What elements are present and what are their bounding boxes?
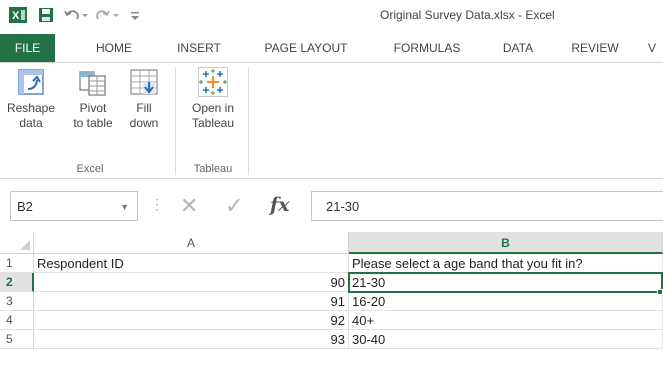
row-header[interactable]: 4 bbox=[0, 311, 34, 330]
cell-a2[interactable]: 90 bbox=[34, 273, 349, 292]
select-all-button[interactable] bbox=[0, 232, 34, 254]
reshape-data-button[interactable]: Reshape data bbox=[4, 67, 58, 131]
open-in-tableau-label-1: Open in bbox=[191, 101, 235, 115]
open-in-tableau-label-2: Tableau bbox=[191, 116, 235, 130]
column-header-a[interactable]: A bbox=[34, 232, 349, 254]
ribbon-group-separator bbox=[175, 67, 176, 175]
cell-b2[interactable]: 21-30 bbox=[349, 273, 663, 292]
fill-down-label-1: Fill bbox=[136, 101, 152, 115]
cell-b3[interactable]: 16-20 bbox=[349, 292, 663, 311]
customize-quick-access-icon[interactable] bbox=[128, 6, 142, 24]
ribbon-group-separator-2 bbox=[248, 67, 249, 175]
tab-home[interactable]: HOME bbox=[84, 34, 144, 62]
cell-a1[interactable]: Respondent ID bbox=[34, 254, 349, 273]
tab-formulas[interactable]: FORMULAS bbox=[382, 34, 472, 62]
tab-page-layout[interactable]: PAGE LAYOUT bbox=[251, 34, 361, 62]
tab-view[interactable]: V bbox=[648, 34, 663, 62]
row-header[interactable]: 5 bbox=[0, 330, 34, 349]
insert-function-icon[interactable]: fx bbox=[270, 194, 290, 216]
save-icon[interactable] bbox=[36, 6, 56, 24]
reshape-data-icon bbox=[16, 67, 46, 97]
excel-logo-icon: X bbox=[8, 6, 28, 24]
pivot-table-icon bbox=[78, 67, 108, 97]
row-header-selected[interactable]: 2 bbox=[0, 273, 34, 292]
ribbon: Reshape data Pivot to table Fill down Ex… bbox=[0, 62, 663, 179]
pivot-table-label-2: to table bbox=[73, 116, 113, 130]
svg-text:X: X bbox=[12, 10, 20, 22]
pivot-table-label-1: Pivot bbox=[79, 101, 107, 115]
fill-down-icon bbox=[129, 67, 159, 97]
excel-group-label: Excel bbox=[76, 163, 104, 175]
cancel-icon[interactable]: ✕ bbox=[180, 193, 198, 219]
column-header-b[interactable]: B bbox=[349, 232, 663, 254]
tableau-group-label: Tableau bbox=[193, 163, 233, 175]
row-header[interactable]: 1 bbox=[0, 254, 34, 273]
cell-b5[interactable]: 30-40 bbox=[349, 330, 663, 349]
formula-input[interactable]: 21-30 bbox=[311, 191, 663, 221]
formula-bar: B2 ▼ ⋮ ✕ ✓ fx 21-30 bbox=[0, 191, 663, 221]
title-bar: X Original Survey Data.xlsx - Excel bbox=[0, 0, 663, 30]
cell-b4[interactable]: 40+ bbox=[349, 311, 663, 330]
ribbon-tabs: FILE HOME INSERT PAGE LAYOUT FORMULAS DA… bbox=[0, 34, 663, 62]
fill-handle[interactable] bbox=[657, 289, 663, 295]
cell-a4[interactable]: 92 bbox=[34, 311, 349, 330]
window-title: Original Survey Data.xlsx - Excel bbox=[380, 8, 555, 22]
open-in-tableau-button[interactable]: Open in Tableau bbox=[184, 67, 242, 131]
redo-icon[interactable] bbox=[94, 6, 122, 24]
name-box-value: B2 bbox=[17, 199, 33, 214]
tab-data[interactable]: DATA bbox=[490, 34, 546, 62]
reshape-data-label-1: Reshape bbox=[6, 101, 56, 115]
reshape-data-label-2: data bbox=[19, 116, 43, 130]
pivot-table-button[interactable]: Pivot to table bbox=[68, 67, 118, 131]
formula-input-value: 21-30 bbox=[326, 199, 360, 214]
cell-a5[interactable]: 93 bbox=[34, 330, 349, 349]
undo-icon[interactable] bbox=[62, 6, 90, 24]
enter-icon[interactable]: ✓ bbox=[225, 193, 243, 219]
tab-insert[interactable]: INSERT bbox=[168, 34, 230, 62]
chevron-down-icon[interactable]: ▼ bbox=[120, 202, 129, 212]
fill-down-label-2: down bbox=[129, 116, 159, 130]
tab-review[interactable]: REVIEW bbox=[562, 34, 628, 62]
cell-a3[interactable]: 91 bbox=[34, 292, 349, 311]
tab-file[interactable]: FILE bbox=[0, 34, 55, 62]
name-box[interactable]: B2 ▼ bbox=[10, 191, 138, 221]
cell-b1[interactable]: Please select a age band that you fit in… bbox=[349, 254, 663, 273]
formula-bar-drag-handle-icon[interactable]: ⋮ bbox=[150, 196, 164, 213]
tableau-icon bbox=[198, 67, 228, 97]
worksheet-grid: A B 1 Respondent ID Please select a age … bbox=[0, 232, 663, 380]
fill-down-button[interactable]: Fill down bbox=[124, 67, 164, 131]
row-header[interactable]: 3 bbox=[0, 292, 34, 311]
